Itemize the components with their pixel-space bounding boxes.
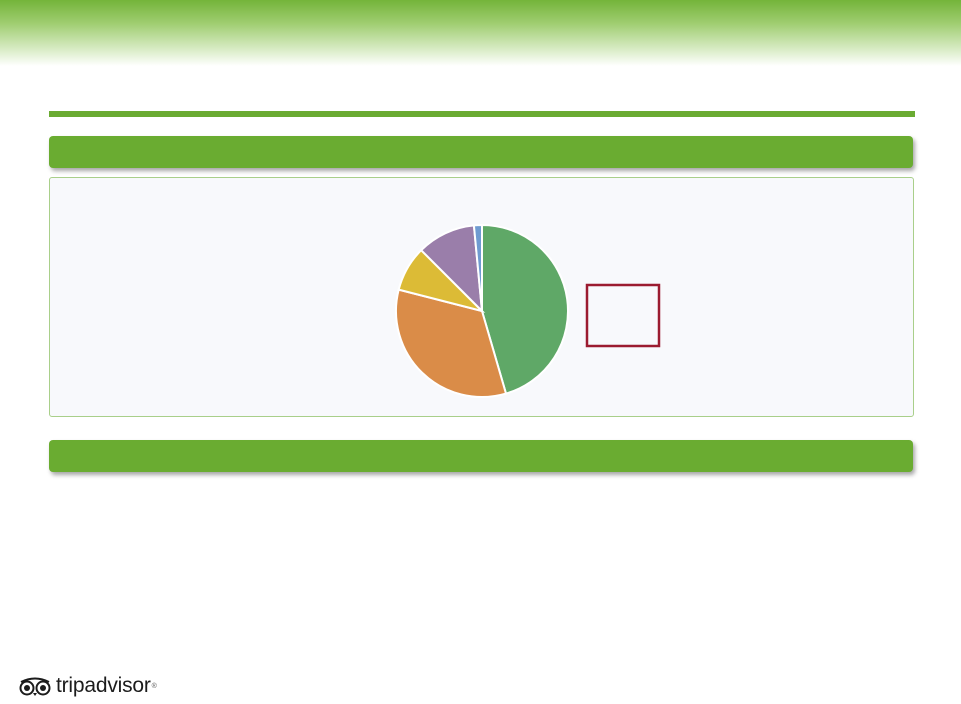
- section-header-bar-2: [49, 440, 913, 472]
- registered-mark: ®: [151, 682, 157, 690]
- section-header-bar-1: [49, 136, 913, 168]
- owl-eyes-icon: [19, 677, 51, 696]
- tripadvisor-logo: tripadvisor ®: [18, 673, 157, 699]
- pie-slices: [395, 223, 569, 398]
- logo-wordmark: tripadvisor: [56, 674, 151, 697]
- chart-panel: [49, 177, 914, 417]
- legend-box: [585, 283, 661, 348]
- header-gradient-band: [0, 0, 961, 66]
- pie-chart: [395, 223, 661, 398]
- title-underline-rule: [49, 111, 915, 117]
